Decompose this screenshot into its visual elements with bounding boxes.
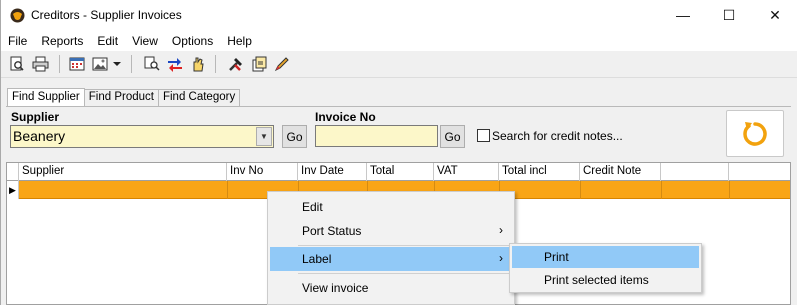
context-menu-port-status[interactable]: Port Status › [270,219,513,243]
column-extra[interactable] [661,163,729,181]
toolbar-separator [215,55,216,73]
menu-separator [298,273,510,274]
supplier-combo-value: Beanery [13,128,66,144]
title-bar: Creditors - Supplier Invoices — ☐ ✕ [1,0,797,30]
context-menu-view-invoice[interactable]: View invoice [270,276,513,300]
context-menu-edit[interactable]: Edit [270,195,513,219]
close-button[interactable]: ✕ [752,0,797,30]
app-logo-icon [10,8,25,23]
menu-options[interactable]: Options [165,30,220,51]
submenu-print[interactable]: Print [512,246,699,268]
supplier-combo[interactable]: Beanery ▼ [10,125,274,148]
tab-find-supplier[interactable]: Find Supplier [7,88,85,106]
maximize-icon: ☐ [722,6,736,23]
invoice-no-input[interactable] [315,125,438,147]
minimize-icon: — [676,7,690,23]
cell-divider [661,181,662,199]
invoice-no-label: Invoice No [315,110,376,124]
menu-file[interactable]: File [1,30,34,51]
maximize-button[interactable]: ☐ [706,0,752,30]
menu-view[interactable]: View [125,30,165,51]
context-menu: Edit Port Status › Label › View invoice [267,191,515,305]
search-tabs: Find Supplier Find Product Find Category [7,88,241,106]
grid-header: Supplier Inv No Inv Date Total VAT Total… [7,163,790,181]
edit-pen-icon[interactable] [272,55,292,73]
column-credit-note[interactable]: Credit Note [580,163,661,181]
app-window: Creditors - Supplier Invoices — ☐ ✕ File… [0,0,797,305]
toolbar-separator [59,55,60,73]
close-icon: ✕ [769,6,781,23]
search-document-icon[interactable] [142,55,162,73]
chevron-right-icon: › [499,251,503,265]
context-menu-label-label: Label [302,252,332,266]
chevron-right-icon: › [499,223,503,237]
tab-find-product[interactable]: Find Product [83,89,159,106]
dropdown-arrow-icon[interactable] [111,55,123,73]
grid-corner [7,163,19,181]
label-submenu: Print Print selected items [509,243,702,293]
menu-reports[interactable]: Reports [34,30,90,51]
tools-icon[interactable] [226,55,246,73]
context-menu-port-status-label: Port Status [302,224,362,238]
column-inv-date[interactable]: Inv Date [298,163,367,181]
submenu-print-selected[interactable]: Print selected items [512,269,699,291]
column-vat[interactable]: VAT [434,163,499,181]
chevron-down-icon[interactable]: ▼ [256,127,272,146]
context-menu-label[interactable]: Label › [270,247,513,271]
minimize-button[interactable]: — [660,0,706,30]
hand-icon[interactable] [188,55,208,73]
column-total[interactable]: Total [367,163,434,181]
image-icon[interactable] [90,55,110,73]
row-pointer-icon: ▶ [7,181,19,199]
transfer-icon[interactable] [165,55,185,73]
calendar-icon[interactable] [67,55,87,73]
column-supplier[interactable]: Supplier [19,163,227,181]
column-inv-no[interactable]: Inv No [227,163,298,181]
supplier-label: Supplier [11,110,60,124]
refresh-button[interactable] [726,110,784,157]
print-preview-icon[interactable] [7,55,27,73]
refresh-icon [743,121,767,146]
tab-find-category[interactable]: Find Category [157,89,241,106]
context-menu-view-invoice-label: View invoice [302,281,369,295]
credit-notes-label: Search for credit notes... [492,129,623,143]
cell-divider [227,181,228,199]
supplier-go-button[interactable]: Go [282,125,307,148]
menu-bar: File Reports Edit View Options Help [1,30,797,51]
cell-divider [729,181,730,199]
cell-divider [580,181,581,199]
invoice-go-button[interactable]: Go [440,125,465,148]
window-title: Creditors - Supplier Invoices [31,8,182,22]
toolbar [1,51,797,78]
print-icon[interactable] [30,55,50,73]
menu-separator [298,245,510,246]
export-icon[interactable] [249,55,269,73]
credit-notes-checkbox[interactable] [477,129,490,142]
column-total-incl[interactable]: Total incl [499,163,580,181]
menu-help[interactable]: Help [220,30,259,51]
context-menu-edit-label: Edit [302,200,323,214]
menu-edit[interactable]: Edit [90,30,125,51]
toolbar-separator [131,55,132,73]
